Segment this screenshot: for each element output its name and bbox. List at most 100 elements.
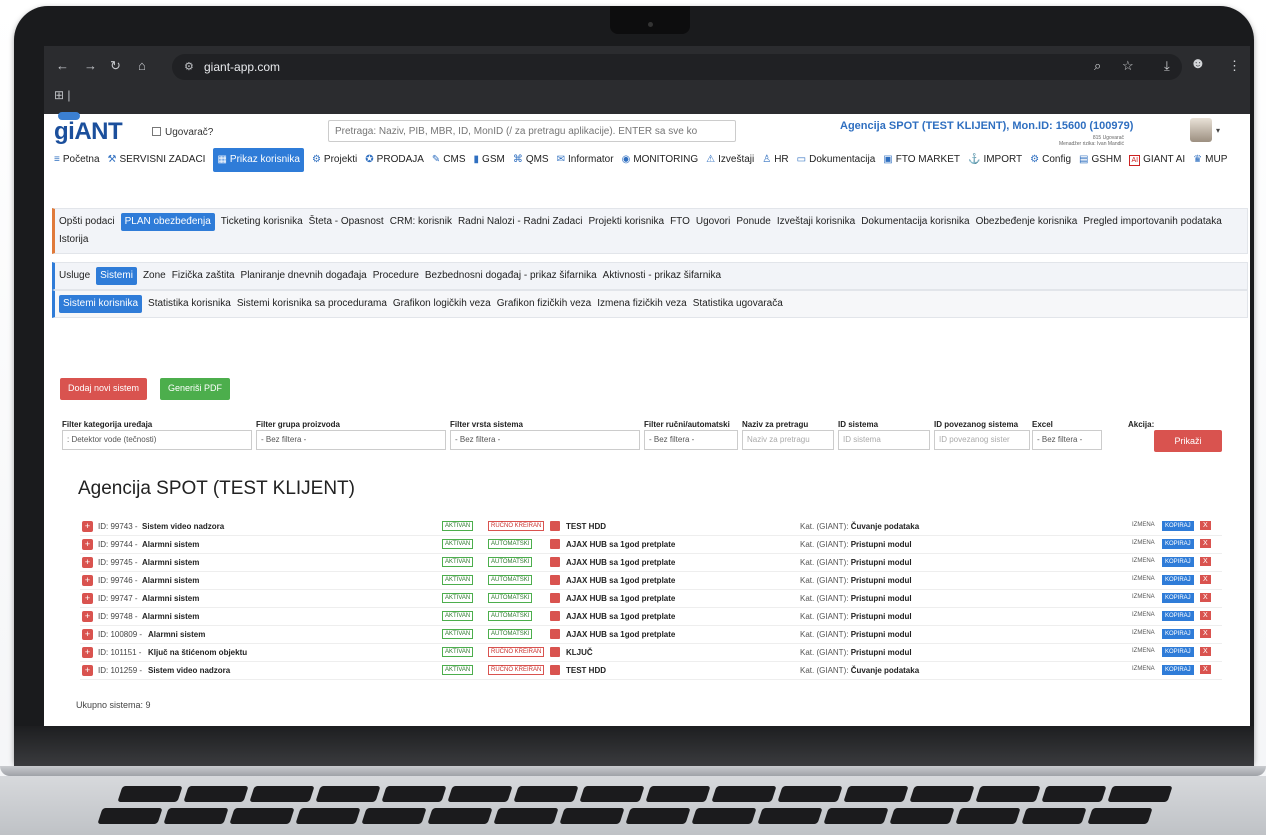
edit-button[interactable]: IZMENA (1130, 539, 1157, 547)
expand-button[interactable]: + (82, 647, 93, 658)
tab-ticketing-korisnika[interactable]: Ticketing korisnika (221, 213, 303, 231)
menu-item-fto-market[interactable]: ▣ FTO MARKET (883, 150, 960, 170)
reload-icon[interactable]: ↻ (110, 58, 121, 74)
menu-item-config[interactable]: ⚙ Config (1030, 150, 1071, 170)
menu-item-izves-taji[interactable]: ⚠ Izveštaji (706, 150, 754, 170)
menu-item-prodaja[interactable]: ✪ PRODAJA (365, 150, 424, 170)
menu-item-servisni-zadaci[interactable]: ⚒ SERVISNI ZADACI (108, 150, 206, 170)
download-icon[interactable]: ⤓ (1164, 58, 1170, 74)
edit-button[interactable]: IZMENA (1130, 611, 1157, 619)
delete-button[interactable]: X (1200, 647, 1211, 656)
app-logo[interactable]: giANT (54, 118, 123, 146)
tab-grafikon-logic-kih-veza[interactable]: Grafikon logičkih veza (393, 295, 491, 313)
tab-zone[interactable]: Zone (143, 267, 166, 285)
info-icon[interactable] (550, 647, 560, 657)
menu-item-dokumentacija[interactable]: ▭ Dokumentacija (797, 150, 876, 170)
system-name[interactable]: Sistem video nadzora (148, 666, 230, 675)
filter-naziv-input[interactable]: Naziv za pretragu (742, 430, 834, 450)
zoom-icon[interactable]: ⌕ (1094, 58, 1101, 74)
menu-item-prikaz-korisnika[interactable]: ▦ Prikaz korisnika (213, 148, 304, 172)
profile-icon[interactable]: ☻ (1190, 55, 1206, 72)
tab-s-teta-opasnost[interactable]: Šteta - Opasnost (309, 213, 384, 231)
tab-izves-taji-korisnika[interactable]: Izveštaji korisnika (777, 213, 855, 231)
tab-procedure[interactable]: Procedure (373, 267, 419, 285)
tab-grafikon-fizic-kih-veza[interactable]: Grafikon fizičkih veza (497, 295, 591, 313)
copy-button[interactable]: KOPIRAJ (1162, 629, 1194, 639)
tab-istorija[interactable]: Istorija (59, 231, 88, 249)
forward-icon[interactable]: → (84, 58, 97, 73)
delete-button[interactable]: X (1200, 521, 1211, 530)
delete-button[interactable]: X (1200, 575, 1211, 584)
menu-icon[interactable]: ⋮ (1228, 58, 1241, 74)
filter-rucni-select[interactable]: - Bez filtera - (644, 430, 738, 450)
system-name[interactable]: Alarmni sistem (142, 558, 199, 567)
filter-id-input[interactable]: ID sistema (838, 430, 930, 450)
menu-item-import[interactable]: ⚓ IMPORT (968, 150, 1022, 170)
tab-obezbe-enje-korisnika[interactable]: Obezbeđenje korisnika (976, 213, 1078, 231)
address-bar[interactable]: ⚙ giant-app.com (172, 54, 1182, 80)
search-input[interactable] (328, 120, 736, 142)
expand-button[interactable]: + (82, 611, 93, 622)
info-icon[interactable] (550, 575, 560, 585)
menu-item-projekti[interactable]: ⚙ Projekti (312, 150, 357, 170)
tab-bezbednosni-doga-aj-prikaz-s-ifarnika[interactable]: Bezbednosni događaj - prikaz šifarnika (425, 267, 597, 285)
delete-button[interactable]: X (1200, 629, 1211, 638)
expand-button[interactable]: + (82, 539, 93, 550)
menu-item-gsm[interactable]: ▮ GSM (474, 150, 505, 170)
home-icon[interactable]: ⌂ (138, 58, 146, 73)
tab-statistika-korisnika[interactable]: Statistika korisnika (148, 295, 231, 313)
delete-button[interactable]: X (1200, 539, 1211, 548)
tab-izmena-fizic-kih-veza[interactable]: Izmena fizičkih veza (597, 295, 686, 313)
filter-idpov-input[interactable]: ID povezanog sister (934, 430, 1030, 450)
expand-button[interactable]: + (82, 557, 93, 568)
delete-button[interactable]: X (1200, 593, 1211, 602)
delete-button[interactable]: X (1200, 557, 1211, 566)
menu-item-mup[interactable]: ♛ MUP (1193, 150, 1227, 170)
info-icon[interactable] (550, 611, 560, 621)
menu-item-gshm[interactable]: ▤ GSHM (1079, 150, 1121, 170)
delete-button[interactable]: X (1200, 611, 1211, 620)
edit-button[interactable]: IZMENA (1130, 521, 1157, 529)
info-icon[interactable] (550, 521, 560, 531)
copy-button[interactable]: KOPIRAJ (1162, 647, 1194, 657)
menu-item-monitoring[interactable]: ◉ MONITORING (622, 150, 699, 170)
back-icon[interactable]: ← (56, 58, 69, 73)
edit-button[interactable]: IZMENA (1130, 647, 1157, 655)
info-icon[interactable] (550, 629, 560, 639)
info-icon[interactable] (550, 539, 560, 549)
tab-ops-ti-podaci[interactable]: Opšti podaci (59, 213, 115, 231)
menu-item-qms[interactable]: ⌘ QMS (513, 150, 549, 170)
menu-item-giant-ai[interactable]: AI GIANT AI (1129, 150, 1185, 170)
copy-button[interactable]: KOPIRAJ (1162, 521, 1194, 531)
menu-item-poc-etna[interactable]: ≡ Početna (54, 150, 100, 170)
tab-crm-korisnik[interactable]: CRM: korisnik (390, 213, 452, 231)
menu-item-informator[interactable]: ✉ Informator (557, 150, 614, 170)
expand-button[interactable]: + (82, 593, 93, 604)
edit-button[interactable]: IZMENA (1130, 665, 1157, 673)
generate-pdf-button[interactable]: Generiši PDF (160, 378, 231, 400)
ugovarac-checkbox[interactable]: Ugovarač? (152, 127, 213, 138)
copy-button[interactable]: KOPIRAJ (1162, 611, 1194, 621)
tab-ugovori[interactable]: Ugovori (696, 213, 730, 231)
chevron-down-icon[interactable]: ▾ (1216, 126, 1220, 135)
tab-usluge[interactable]: Usluge (59, 267, 90, 285)
system-name[interactable]: Alarmni sistem (142, 594, 199, 603)
menu-item-cms[interactable]: ✎ CMS (432, 150, 466, 170)
info-icon[interactable] (550, 557, 560, 567)
tab-statistika-ugovarac-a[interactable]: Statistika ugovarača (693, 295, 783, 313)
copy-button[interactable]: KOPIRAJ (1162, 575, 1194, 585)
edit-button[interactable]: IZMENA (1130, 575, 1157, 583)
menu-item-hr[interactable]: ♙ HR (762, 150, 788, 170)
system-name[interactable]: Ključ na štićenom objektu (148, 648, 247, 657)
checkbox-box[interactable] (152, 127, 161, 136)
star-icon[interactable]: ☆ (1122, 58, 1134, 74)
tab-fto[interactable]: FTO (670, 213, 690, 231)
show-button[interactable]: Prikaži (1154, 430, 1222, 452)
system-name[interactable]: Alarmni sistem (142, 612, 199, 621)
edit-button[interactable]: IZMENA (1130, 557, 1157, 565)
copy-button[interactable]: KOPIRAJ (1162, 665, 1194, 675)
tab-planiranje-dnevnih-doga-aja[interactable]: Planiranje dnevnih događaja (241, 267, 367, 285)
avatar[interactable] (1190, 118, 1212, 142)
copy-button[interactable]: KOPIRAJ (1162, 557, 1194, 567)
tab-sistemi-korisnika-sa-procedurama[interactable]: Sistemi korisnika sa procedurama (237, 295, 387, 313)
